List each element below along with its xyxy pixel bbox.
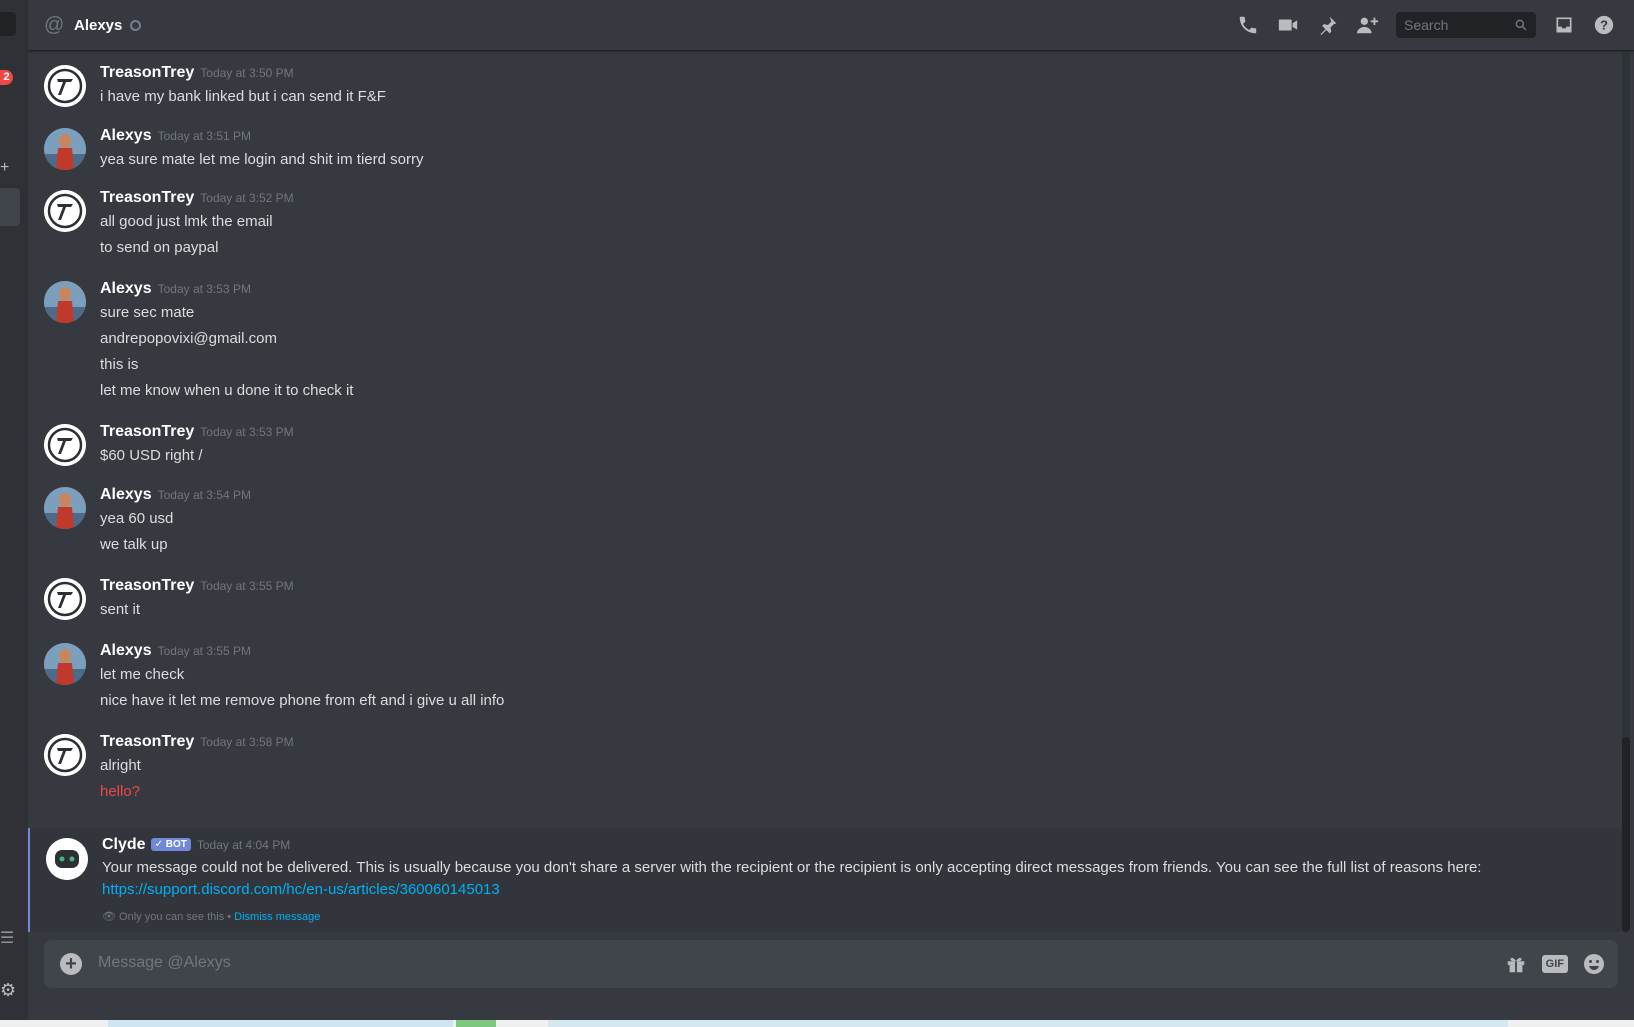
channel-header: @ Alexys Search ? bbox=[28, 0, 1634, 51]
author-name[interactable]: TreasonTrey bbox=[100, 64, 194, 81]
timestamp: Today at 3:52 PM bbox=[200, 191, 294, 205]
os-taskbar bbox=[0, 1020, 1634, 1027]
message-text: i have my bank linked but i can send it … bbox=[100, 88, 386, 105]
help-icon[interactable]: ? bbox=[1584, 9, 1624, 41]
timestamp: Today at 3:58 PM bbox=[200, 735, 294, 749]
message-text: alright bbox=[100, 757, 141, 774]
add-server-icon[interactable]: + bbox=[0, 160, 9, 176]
eye-icon: 👁 bbox=[102, 911, 116, 923]
add-friend-icon[interactable] bbox=[1348, 9, 1388, 41]
server-sidebar: 2 + ☰ ⚙ bbox=[0, 0, 28, 1020]
message-text: $60 USD right / bbox=[100, 447, 203, 464]
message-group: Alexys Today at 3:55 PM let me check nice… bbox=[28, 642, 1622, 717]
message-text: yea 60 usd bbox=[100, 510, 174, 527]
message-text: all good just lmk the email bbox=[100, 213, 273, 230]
message-text: sure sec mate bbox=[100, 304, 195, 321]
taskbar-item[interactable] bbox=[548, 1020, 1508, 1027]
taskbar-item[interactable] bbox=[108, 1020, 453, 1027]
avatar[interactable] bbox=[44, 424, 86, 466]
message-text: andrepopovixi@gmail.com bbox=[100, 330, 277, 347]
author-name[interactable]: TreasonTrey bbox=[100, 577, 194, 594]
status-offline-icon bbox=[130, 19, 142, 31]
settings-sliders-icon[interactable]: ☰ bbox=[0, 928, 14, 948]
timestamp: Today at 4:04 PM bbox=[196, 838, 291, 852]
taskbar-item[interactable] bbox=[456, 1020, 496, 1027]
message-group: Alexys Today at 3:51 PM yea sure mate let… bbox=[28, 127, 1622, 177]
search-placeholder: Search bbox=[1404, 17, 1449, 33]
gift-icon[interactable] bbox=[1500, 948, 1532, 980]
message-composer[interactable]: + Message @Alexys GIF bbox=[44, 940, 1618, 988]
inbox-icon[interactable] bbox=[1544, 9, 1584, 41]
avatar[interactable] bbox=[44, 734, 86, 776]
timestamp: Today at 3:55 PM bbox=[157, 644, 251, 658]
at-sign-icon: @ bbox=[44, 14, 65, 36]
timestamp: Today at 3:51 PM bbox=[157, 129, 251, 143]
timestamp: Today at 3:55 PM bbox=[200, 579, 294, 593]
pin-icon[interactable] bbox=[1308, 9, 1348, 41]
timestamp: Today at 3:50 PM bbox=[200, 66, 294, 80]
avatar[interactable] bbox=[44, 281, 86, 323]
message-scrollbar[interactable] bbox=[1622, 52, 1630, 932]
timestamp: Today at 3:53 PM bbox=[157, 282, 251, 296]
gif-button[interactable]: GIF bbox=[1541, 955, 1568, 973]
avatar[interactable] bbox=[44, 190, 86, 232]
scrollbar-thumb[interactable] bbox=[1622, 737, 1630, 932]
author-name[interactable]: Alexys bbox=[100, 486, 152, 503]
message-text: sent it bbox=[100, 601, 141, 618]
message-group: TreasonTrey Today at 3:53 PM $60 USD righ… bbox=[28, 423, 1622, 473]
message-text: yea sure mate let me login and shit im t… bbox=[100, 151, 424, 168]
message-text: this is bbox=[100, 356, 139, 373]
author-name[interactable]: Clyde bbox=[102, 836, 146, 853]
message-group: TreasonTrey Today at 3:50 PM i have my ba… bbox=[28, 64, 1622, 114]
avatar[interactable] bbox=[44, 643, 86, 685]
message-text: let me know when u done it to check it bbox=[100, 382, 354, 399]
search-input[interactable]: Search bbox=[1396, 12, 1536, 38]
timestamp: Today at 3:53 PM bbox=[200, 425, 294, 439]
author-name[interactable]: Alexys bbox=[100, 127, 152, 144]
avatar[interactable] bbox=[44, 578, 86, 620]
selected-server-item[interactable] bbox=[0, 188, 20, 226]
composer-tools: GIF bbox=[1500, 940, 1610, 988]
author-name[interactable]: TreasonTrey bbox=[100, 423, 194, 440]
message-group: Alexys Today at 3:53 PM sure sec mate and… bbox=[28, 280, 1622, 405]
mention-badge: 2 bbox=[0, 70, 13, 85]
video-call-icon[interactable] bbox=[1268, 9, 1308, 41]
message-text: nice have it let me remove phone from ef… bbox=[100, 692, 505, 709]
svg-text:?: ? bbox=[1600, 18, 1608, 33]
author-name[interactable]: Alexys bbox=[100, 642, 152, 659]
search-icon bbox=[1515, 19, 1527, 31]
message-group: TreasonTrey Today at 3:58 PM alright hell… bbox=[28, 733, 1622, 808]
message-list: TreasonTrey Today at 3:50 PM i have my ba… bbox=[28, 52, 1624, 932]
message-text: we talk up bbox=[100, 536, 168, 553]
message-text: let me check bbox=[100, 666, 185, 683]
message-text: to send on paypal bbox=[100, 239, 219, 256]
clyde-avatar[interactable] bbox=[46, 838, 88, 880]
voice-call-icon[interactable] bbox=[1228, 9, 1268, 41]
author-name[interactable]: Alexys bbox=[100, 280, 152, 297]
timestamp: Today at 3:54 PM bbox=[157, 488, 251, 502]
page-title: Alexys bbox=[74, 16, 123, 34]
dismiss-message-link[interactable]: Dismiss message bbox=[234, 911, 320, 923]
gear-icon[interactable]: ⚙ bbox=[0, 980, 16, 1001]
clyde-message: Clyde ✓ BOT Today at 4:04 PM Your message … bbox=[28, 828, 1624, 932]
message-group: TreasonTrey Today at 3:55 PM sent it bbox=[28, 577, 1622, 627]
message-group: Alexys Today at 3:54 PM yea 60 usd we tal… bbox=[28, 486, 1622, 561]
message-text: Your message could not be delivered. Thi… bbox=[102, 859, 1482, 876]
author-name[interactable]: TreasonTrey bbox=[100, 189, 194, 206]
avatar[interactable] bbox=[44, 65, 86, 107]
upload-plus-icon[interactable]: + bbox=[60, 953, 82, 975]
home-button[interactable] bbox=[0, 12, 16, 36]
header-toolbar: Search ? bbox=[1228, 0, 1624, 50]
failed-message-text: hello? bbox=[100, 783, 141, 800]
message-input[interactable]: Message @Alexys bbox=[98, 954, 231, 972]
ephemeral-note: 👁 Only you can see this • Dismiss messag… bbox=[102, 910, 320, 923]
bot-badge: ✓ BOT bbox=[150, 838, 191, 851]
avatar[interactable] bbox=[44, 487, 86, 529]
emoji-icon[interactable] bbox=[1578, 948, 1610, 980]
avatar[interactable] bbox=[44, 128, 86, 170]
author-name[interactable]: TreasonTrey bbox=[100, 733, 194, 750]
support-link[interactable]: https://support.discord.com/hc/en-us/art… bbox=[102, 881, 500, 898]
ephemeral-text: Only you can see this • bbox=[119, 911, 232, 923]
message-group: TreasonTrey Today at 3:52 PM all good jus… bbox=[28, 189, 1622, 264]
